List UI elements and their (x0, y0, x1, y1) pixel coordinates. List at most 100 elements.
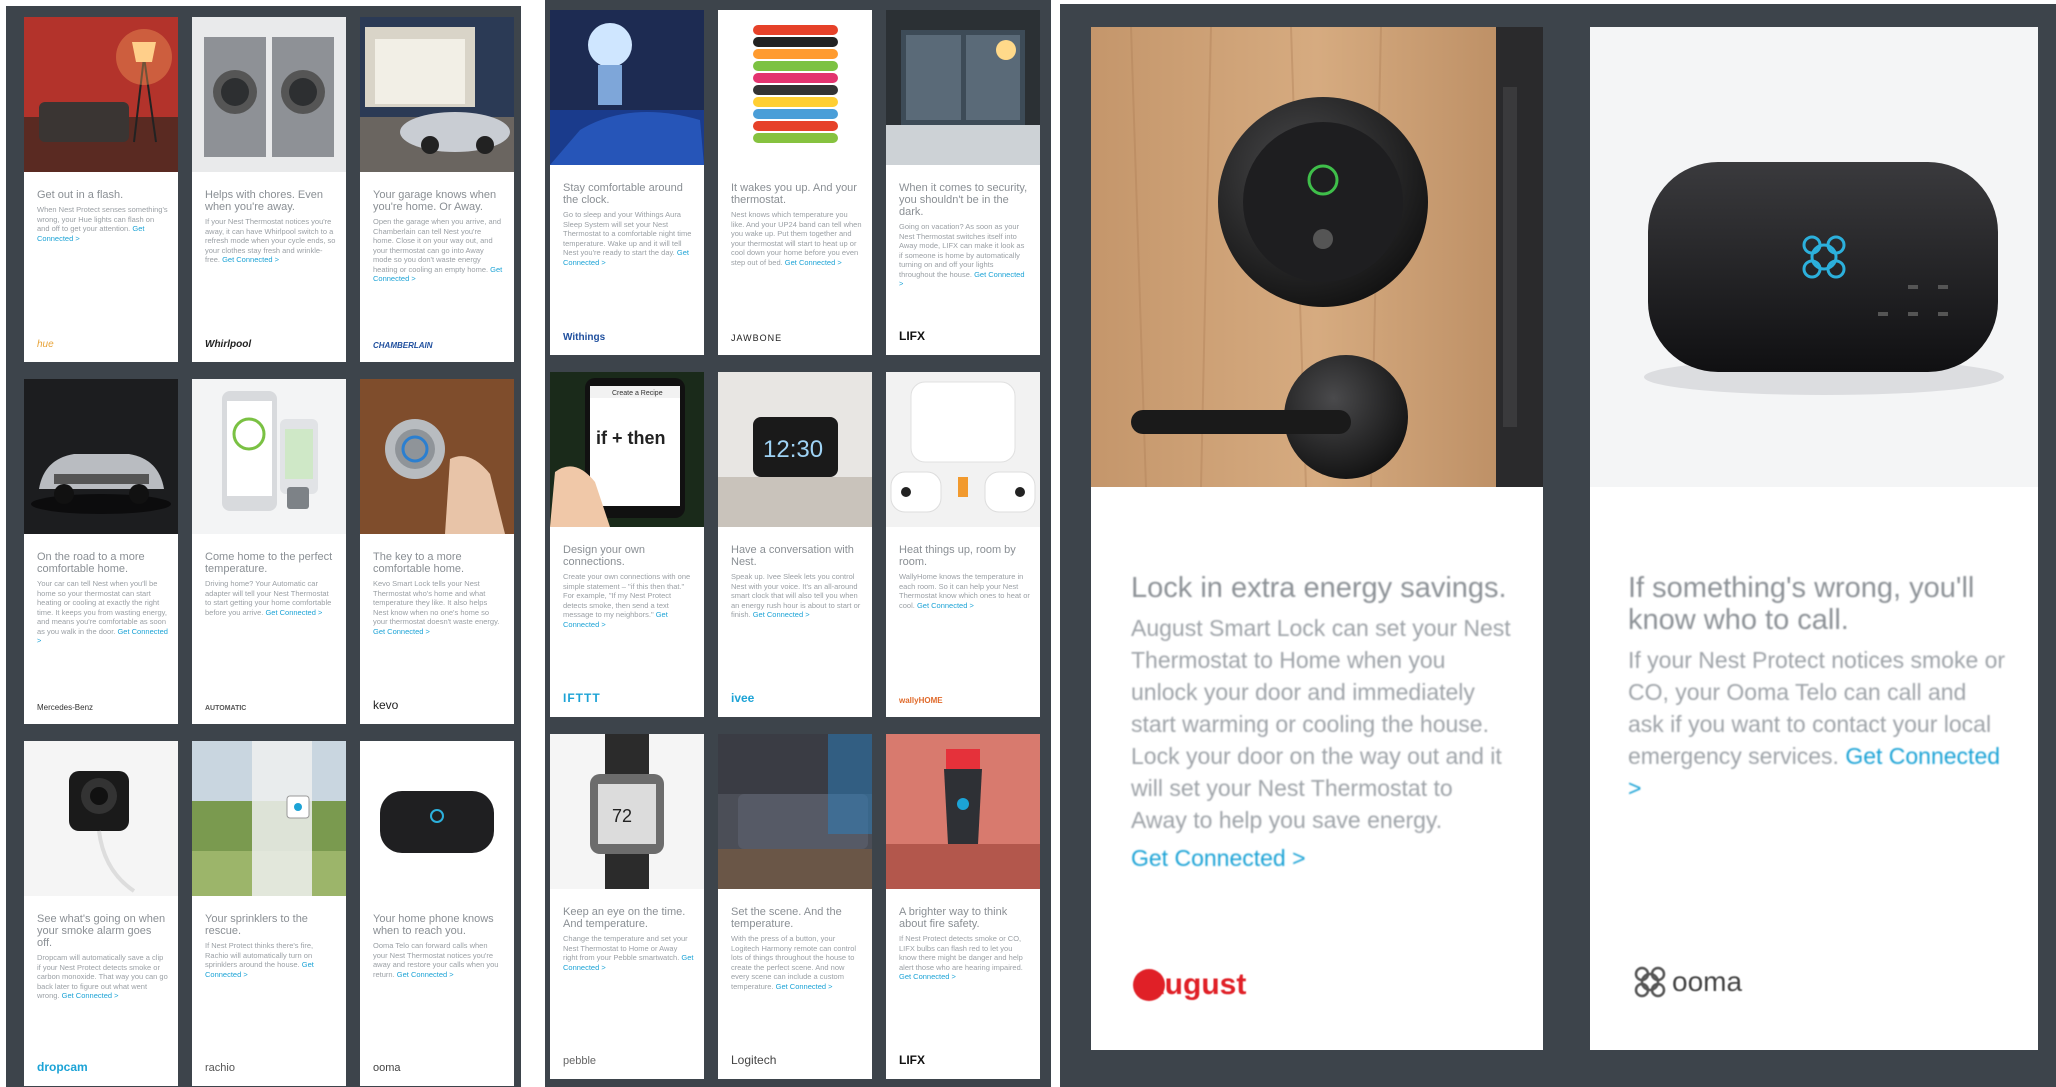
ooma-text: If something's wrong, you'll know who to… (1628, 572, 2008, 804)
card-text: Helps with chores. Even when you're away… (205, 189, 336, 265)
get-connected-link[interactable]: Get Connected > (222, 255, 279, 264)
card-title: Helps with chores. Even when you're away… (205, 189, 323, 213)
integration-card[interactable]: Your home phone knows when to reach you.… (360, 741, 514, 1086)
partner-logo: LIFX (899, 329, 925, 343)
integration-card[interactable]: Come home to the perfect temperature. Dri… (192, 379, 346, 724)
card-text: Design your own connections. Create your … (563, 544, 694, 629)
svg-text:72: 72 (612, 806, 632, 826)
card-title: Heat things up, room by room. (899, 544, 1016, 568)
svg-text:ooma: ooma (1672, 966, 1742, 997)
partner-logo: LIFX (899, 1053, 925, 1067)
get-connected-link[interactable]: Get Connected > (785, 258, 842, 267)
watch-image: 72 (550, 734, 704, 889)
integration-card[interactable]: 12:30 Have a conversation with Nest. Speak… (718, 372, 872, 717)
card-body: August Smart Lock can set your Nest Ther… (1131, 615, 1511, 833)
get-connected-link[interactable]: Get Connected > (265, 608, 322, 617)
get-connected-link[interactable]: Get Connected > (397, 970, 454, 979)
partner-logo: CHAMBERLAIN (373, 341, 433, 350)
integration-card[interactable]: The key to a more comfortable home. Kevo … (360, 379, 514, 724)
get-connected-link[interactable]: Get Connected > (62, 991, 119, 1000)
partner-logo: ivee (731, 691, 755, 705)
integration-card[interactable]: A brighter way to think about fire safet… (886, 734, 1040, 1079)
get-connected-link[interactable]: Get Connected > (776, 982, 833, 991)
card-body: Open the garage when you arrive, and Cha… (373, 217, 502, 274)
partner-logo: AUTOMATIC (205, 705, 247, 712)
feature-card-august[interactable]: Lock in extra energy savings. August Sma… (1091, 27, 1543, 1050)
card-title: Design your own connections. (563, 544, 645, 568)
card-title: Your garage knows when you're home. Or A… (373, 189, 497, 213)
svg-text:Create a Recipe: Create a Recipe (612, 390, 663, 397)
card-title: It wakes you up. And your thermostat. (731, 182, 857, 206)
card-text: See what's going on when your smoke alar… (37, 913, 168, 1001)
partner-logo: IFTTT (563, 691, 601, 705)
garage-image (360, 17, 514, 172)
integration-card[interactable]: Create a Recipe if + then Design your own … (550, 372, 704, 717)
card-text: Your sprinklers to the rescue. If Nest Pr… (205, 913, 336, 979)
partner-logo: rachio (205, 1062, 235, 1074)
sofa-image (718, 734, 872, 889)
card-text: Keep an eye on the time. And temperature… (563, 906, 694, 972)
card-title: Your sprinklers to the rescue. (205, 913, 308, 937)
integration-card[interactable]: See what's going on when your smoke alar… (24, 741, 178, 1086)
window-image (886, 10, 1040, 165)
clock-image: 12:30 (718, 372, 872, 527)
integration-card[interactable]: Stay comfortable around the clock. Go to … (550, 10, 704, 355)
august-logo: August (1131, 963, 1271, 1012)
partner-logo: Logitech (731, 1053, 777, 1067)
august-text: Lock in extra energy savings. August Sma… (1131, 572, 1513, 874)
card-text: Set the scene. And the temperature. With … (731, 906, 862, 991)
get-connected-link[interactable]: Get Connected > (917, 601, 974, 610)
integration-card[interactable]: When it comes to security, you shouldn't… (886, 10, 1040, 355)
partner-logo: Whirlpool (205, 339, 252, 350)
camera-image (24, 741, 178, 896)
bands-image (718, 10, 872, 165)
phone-image (192, 379, 346, 534)
get-connected-link[interactable]: Get Connected > (899, 972, 956, 981)
get-connected-link[interactable]: Get Connected > (373, 627, 430, 636)
august-lock-image (1091, 27, 1543, 487)
bed-image (550, 10, 704, 165)
svg-text:if + then: if + then (596, 428, 666, 448)
card-body: When Nest Protect senses something's wro… (37, 205, 168, 233)
get-connected-link[interactable]: Get Connected > (1131, 845, 1306, 871)
card-text: Stay comfortable around the clock. Go to … (563, 182, 694, 267)
card-body: Kevo Smart Lock tells your Nest Thermost… (373, 579, 500, 626)
card-text: Come home to the perfect temperature. Dri… (205, 551, 336, 617)
integration-card[interactable]: Helps with chores. Even when you're away… (192, 17, 346, 362)
card-text: The key to a more comfortable home. Kevo … (373, 551, 504, 636)
card-text: Have a conversation with Nest. Speak up. … (731, 544, 862, 620)
get-connected-link[interactable]: Get Connected > (753, 610, 810, 619)
wally-image (886, 372, 1040, 527)
integration-card[interactable]: Your sprinklers to the rescue. If Nest Pr… (192, 741, 346, 1086)
partner-logo: pebble (563, 1055, 597, 1067)
card-title: Have a conversation with Nest. (731, 544, 854, 568)
integration-card[interactable]: 72 Keep an eye on the time. And temperatu… (550, 734, 704, 1079)
integration-card[interactable]: Get out in a flash. When Nest Protect sen… (24, 17, 178, 362)
card-title: A brighter way to think about fire safet… (899, 906, 1008, 930)
integration-card[interactable]: Heat things up, room by room. WallyHome k… (886, 372, 1040, 717)
washer-image (192, 17, 346, 172)
card-title: Stay comfortable around the clock. (563, 182, 683, 206)
ifttt-image: Create a Recipe if + then (550, 372, 704, 527)
card-body: Go to sleep and your Withings Aura Sleep… (563, 210, 692, 257)
partner-logo: ooma (373, 1062, 401, 1074)
partner-logo: dropcam (37, 1060, 88, 1074)
card-text: Heat things up, room by room. WallyHome k… (899, 544, 1030, 610)
sprinkler-image (192, 741, 346, 896)
integration-card[interactable]: Your garage knows when you're home. Or A… (360, 17, 514, 362)
card-text: When it comes to security, you shouldn't… (899, 182, 1030, 289)
integration-card[interactable]: It wakes you up. And your thermostat. Nes… (718, 10, 872, 355)
card-text: Get out in a flash. When Nest Protect sen… (37, 189, 168, 243)
ooma-logo: ooma (1628, 957, 1768, 1012)
car-image (24, 379, 178, 534)
card-body: If Nest Protect detects smoke or CO, LIF… (899, 934, 1023, 972)
lamp-image (24, 17, 178, 172)
card-title: Lock in extra energy savings. (1131, 572, 1507, 604)
partner-logo: JAWBONE (731, 333, 783, 343)
partner-logo: Mercedes-Benz (37, 703, 94, 712)
integration-card[interactable]: Set the scene. And the temperature. With … (718, 734, 872, 1079)
integration-card[interactable]: On the road to a more comfortable home. Y… (24, 379, 178, 724)
feature-card-ooma[interactable]: If something's wrong, you'll know who to… (1590, 27, 2038, 1050)
card-title: Get out in a flash. (37, 189, 124, 201)
svg-text:August: August (1143, 968, 1246, 1001)
